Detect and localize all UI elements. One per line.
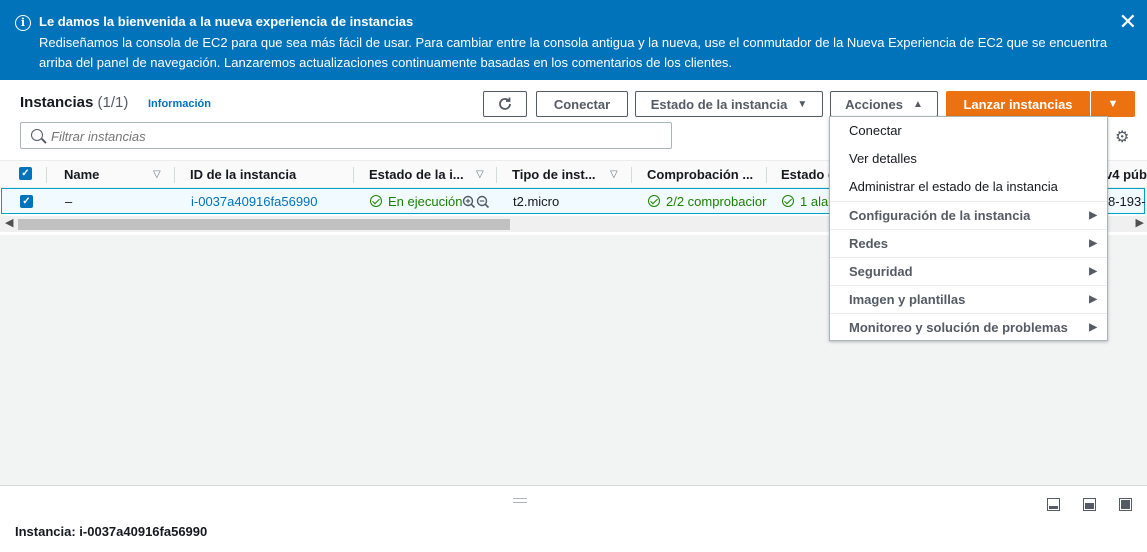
scroll-left-icon[interactable]: ◀ xyxy=(5,216,13,229)
instance-state-button[interactable]: Estado de la instancia ▼ xyxy=(635,91,823,117)
panel-minimize-icon[interactable] xyxy=(1047,498,1060,511)
row-status-check: 2/2 comprobacior xyxy=(648,194,768,209)
chevron-right-icon: ▶ xyxy=(1089,238,1097,249)
row-alarm-label: 1 ala xyxy=(800,194,829,209)
zoom-icons xyxy=(462,195,490,209)
menu-item-view-details[interactable]: Ver detalles xyxy=(830,145,1107,173)
chevron-right-icon: ▶ xyxy=(1089,210,1097,221)
menu-item-label: Seguridad xyxy=(849,264,913,279)
column-status-check[interactable]: Comprobación ... xyxy=(647,167,753,182)
sort-icon[interactable]: ▽ xyxy=(153,169,161,180)
search-icon xyxy=(31,129,43,141)
row-state-label: En ejecución xyxy=(388,194,463,209)
launch-options-button[interactable]: ▼ xyxy=(1091,91,1135,117)
row-status-check-label: 2/2 comprobacior xyxy=(666,194,767,209)
row-alarm-status: 1 ala xyxy=(782,194,828,209)
refresh-button[interactable] xyxy=(483,91,527,117)
row-name: – xyxy=(65,194,73,209)
check-circle-icon xyxy=(370,195,382,207)
search-input[interactable] xyxy=(51,127,651,145)
column-divider xyxy=(631,167,632,183)
check-circle-icon xyxy=(648,195,660,207)
column-divider xyxy=(174,167,175,183)
column-name[interactable]: Name xyxy=(64,167,99,182)
panel-maximize-icon[interactable] xyxy=(1119,498,1132,511)
chevron-right-icon: ▶ xyxy=(1089,322,1097,333)
menu-item-monitoring[interactable]: Monitoreo y solución de problemas ▶ xyxy=(830,313,1107,341)
check-circle-icon xyxy=(782,195,794,207)
menu-item-label: Configuración de la instancia xyxy=(849,208,1031,223)
details-panel: Instancia: i-0037a40916fa56990 xyxy=(0,485,1147,552)
column-divider xyxy=(496,167,497,183)
column-instance-id[interactable]: ID de la instancia xyxy=(190,167,296,182)
scrollbar-thumb[interactable] xyxy=(18,219,510,230)
menu-item-label: Redes xyxy=(849,236,889,251)
row-checkbox[interactable]: ✓ xyxy=(20,195,33,208)
info-link[interactable]: Información xyxy=(148,98,211,110)
actions-button[interactable]: Acciones ▲ xyxy=(830,91,938,117)
column-instance-state[interactable]: Estado de la i... xyxy=(369,167,464,182)
details-title: Instancia: i-0037a40916fa56990 xyxy=(15,524,208,539)
sort-icon[interactable]: ▽ xyxy=(476,169,484,180)
column-instance-type[interactable]: Tipo de inst... xyxy=(512,167,596,182)
menu-item-connect[interactable]: Conectar xyxy=(830,117,1107,145)
scroll-right-icon[interactable]: ▶ xyxy=(1136,216,1144,229)
select-all-checkbox[interactable]: ✓ xyxy=(19,167,32,180)
title-text: Instancias xyxy=(20,94,94,111)
instance-count: (1/1) xyxy=(97,94,129,111)
welcome-banner: i Le damos la bienvenida a la nueva expe… xyxy=(0,0,1147,80)
column-divider xyxy=(353,167,354,183)
chevron-right-icon: ▶ xyxy=(1089,266,1097,277)
sort-icon[interactable]: ▽ xyxy=(610,169,618,180)
caret-down-icon: ▼ xyxy=(1107,98,1119,110)
menu-item-image-templates[interactable]: Imagen y plantillas ▶ xyxy=(830,285,1107,313)
actions-menu: Conectar Ver detalles Administrar el est… xyxy=(829,116,1108,341)
column-public-ipv4[interactable]: v4 púb xyxy=(1105,167,1147,182)
menu-item-label: Monitoreo y solución de problemas xyxy=(849,320,1068,335)
menu-item-networking[interactable]: Redes ▶ xyxy=(830,229,1107,257)
search-box xyxy=(20,122,672,149)
row-public-ipv4: 8-193- xyxy=(1108,194,1146,209)
menu-item-instance-settings[interactable]: Configuración de la instancia ▶ xyxy=(830,201,1107,229)
banner-title: Le damos la bienvenida a la nueva experi… xyxy=(39,14,414,29)
row-state: En ejecución xyxy=(370,194,462,209)
row-instance-type: t2.micro xyxy=(513,194,560,209)
caret-down-icon: ▼ xyxy=(797,98,808,110)
banner-body: Rediseñamos la consola de EC2 para que s… xyxy=(39,35,1108,70)
menu-item-security[interactable]: Seguridad ▶ xyxy=(830,257,1107,285)
actions-label: Acciones xyxy=(845,96,903,112)
column-divider xyxy=(766,167,767,183)
connect-button[interactable]: Conectar xyxy=(536,91,628,117)
chevron-right-icon: ▶ xyxy=(1089,294,1097,305)
info-icon: i xyxy=(15,15,31,31)
page-title: Instancias (1/1) xyxy=(20,94,128,111)
panel-half-icon[interactable] xyxy=(1083,498,1096,511)
column-alarm-status[interactable]: Estado d xyxy=(781,167,836,182)
menu-item-manage-state[interactable]: Administrar el estado de la instancia xyxy=(830,173,1107,201)
close-icon[interactable]: ✕ xyxy=(1119,11,1137,33)
resize-handle-icon[interactable] xyxy=(513,498,527,503)
menu-item-label: Imagen y plantillas xyxy=(849,292,966,307)
column-divider xyxy=(46,167,47,183)
zoom-in-icon[interactable] xyxy=(462,195,476,209)
refresh-icon xyxy=(499,97,511,110)
caret-up-icon: ▲ xyxy=(912,98,923,110)
zoom-out-icon[interactable] xyxy=(476,195,490,209)
launch-instances-button[interactable]: Lanzar instancias xyxy=(946,91,1090,117)
row-instance-id-link[interactable]: i-0037a40916fa56990 xyxy=(191,194,318,209)
instance-state-label: Estado de la instancia xyxy=(650,96,788,112)
gear-icon[interactable]: ⚙ xyxy=(1115,127,1129,147)
